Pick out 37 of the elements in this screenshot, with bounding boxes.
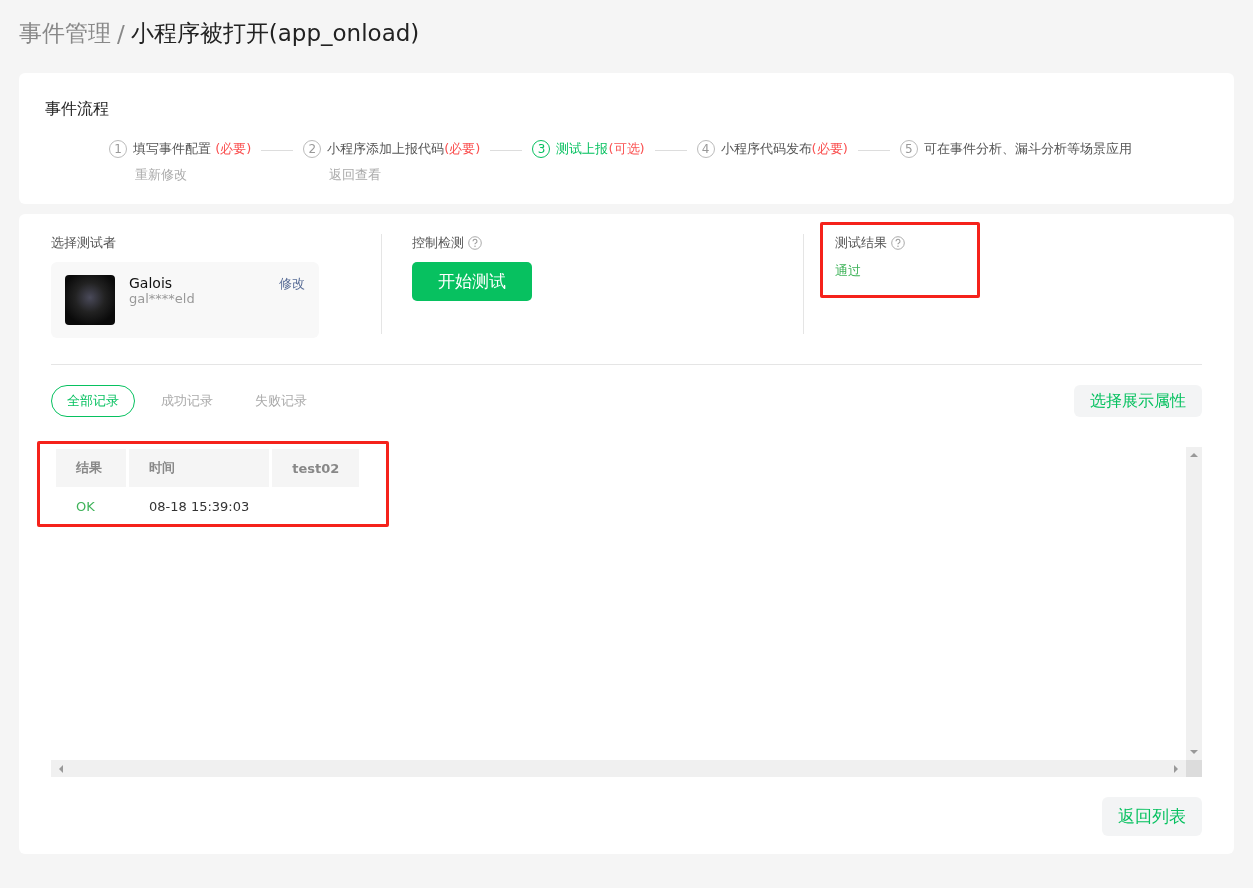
help-icon[interactable]: [891, 236, 905, 250]
tester-account: gal****eld: [129, 291, 196, 306]
scroll-right-icon[interactable]: [1172, 764, 1180, 773]
start-test-button[interactable]: 开始测试: [412, 262, 532, 301]
page-title: 小程序被打开(app_onload): [130, 19, 420, 48]
tester-name: Galois: [129, 275, 174, 291]
field-label: 控制检测: [412, 234, 464, 252]
column-header: 时间: [129, 449, 270, 487]
scroll-up-icon[interactable]: [1190, 451, 1198, 459]
scroll-left-icon[interactable]: [57, 764, 65, 773]
step-label: 小程序代码发布(必要): [720, 140, 848, 158]
result-cell-text: OK: [75, 497, 96, 516]
step-link[interactable]: 重新修改: [109, 166, 252, 184]
vertical-scrollbar[interactable]: [1186, 447, 1202, 760]
breadcrumb-separator: /: [117, 20, 125, 47]
back-to-list-button[interactable]: 返回列表: [1102, 797, 1202, 836]
edit-link[interactable]: 修改: [279, 275, 305, 293]
step-link[interactable]: 返回查看: [303, 166, 481, 184]
field-label: 选择测试者: [51, 234, 116, 252]
section-title: 事件流程: [45, 99, 110, 120]
step-label: 填写事件配置 (必要): [133, 140, 252, 158]
step-label: 可在事件分析、漏斗分析等场景应用: [923, 140, 1132, 158]
record-tab[interactable]: 全部记录: [51, 385, 135, 417]
horizontal-scrollbar[interactable]: [51, 760, 1186, 777]
field-label: 测试结果: [835, 234, 887, 252]
select-attributes-button[interactable]: 选择展示属性: [1074, 385, 1202, 417]
breadcrumb-link[interactable]: 事件管理: [19, 18, 111, 49]
scrollbar-corner: [1186, 760, 1202, 777]
help-icon[interactable]: [468, 236, 482, 250]
time-cell-text: 08-18 15:39:03: [148, 497, 251, 516]
test-result: 通过: [835, 262, 862, 280]
column-header: test02: [272, 449, 360, 487]
scroll-down-icon[interactable]: [1190, 748, 1198, 756]
column-header: 结果: [56, 449, 126, 487]
step-label: 小程序添加上报代码(必要): [327, 140, 481, 158]
step-label: 测试上报(可选): [556, 140, 645, 158]
avatar-placeholder: [65, 275, 115, 325]
